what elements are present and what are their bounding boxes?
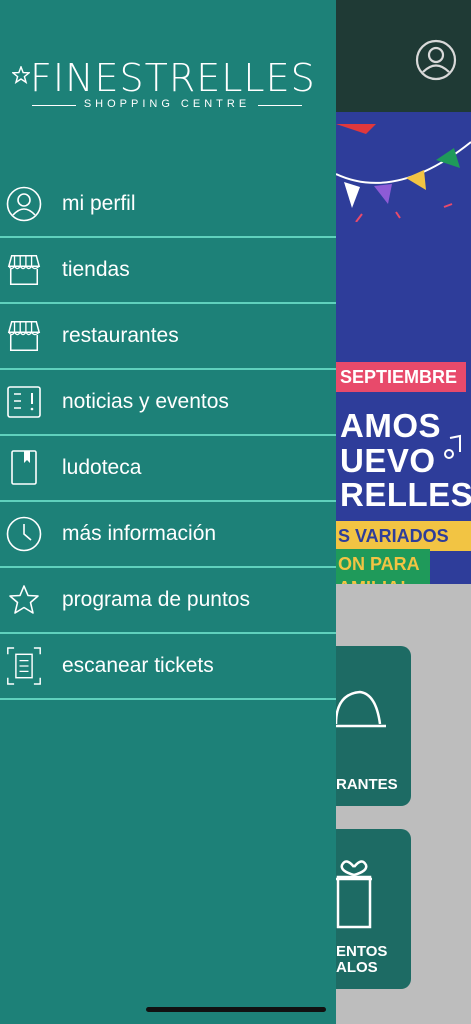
clock-icon: [6, 516, 42, 552]
music-note-icon: [444, 434, 461, 459]
star-icon: [6, 582, 42, 618]
banner-subtag-line-1: ON PARA: [338, 554, 420, 574]
menu-item-programa-de-puntos[interactable]: programa de puntos: [0, 568, 336, 634]
menu-item-label: mi perfil: [62, 192, 136, 215]
scan-ticket-icon: [6, 647, 42, 685]
menu-item-label: más información: [62, 522, 217, 545]
banner-headline-3: RELLES: [340, 476, 471, 513]
banner-subtag: ON PARA AMILIA!: [336, 549, 430, 584]
menu-item-restaurantes[interactable]: restaurantes: [0, 304, 336, 370]
side-drawer: FINESTRELLES SHOPPING CENTRE mi perfil t…: [0, 0, 336, 1024]
menu-item-noticias-y-eventos[interactable]: noticias y eventos: [0, 370, 336, 436]
banner-headline-1: AMOS: [340, 407, 441, 444]
news-icon: [6, 384, 42, 420]
cloche-icon: [336, 690, 386, 728]
menu-item-label: restaurantes: [62, 324, 179, 347]
menu-item-label: ludoteca: [62, 456, 142, 479]
banner-tagline: S VARIADOS: [336, 521, 471, 551]
banner-subtag-line-2: AMILIA!: [338, 576, 430, 584]
logo-star-icon: [12, 66, 30, 84]
menu-item-mas-informacion[interactable]: más información: [0, 502, 336, 568]
store-icon: [6, 252, 42, 288]
promo-banner[interactable]: SEPTIEMBRE AMOS UEVO RELLES S VARIADOS O…: [336, 112, 471, 584]
home-indicator[interactable]: [146, 1007, 326, 1012]
menu-item-label: escanear tickets: [62, 654, 214, 677]
brand-logo: FINESTRELLES SHOPPING CENTRE: [12, 58, 315, 118]
banner-headline-2: UEVO: [340, 442, 436, 479]
restaurant-icon: [6, 318, 42, 354]
menu-item-label: tiendas: [62, 258, 130, 281]
profile-button-icon[interactable]: [415, 39, 457, 81]
brand-title: FINESTRELLES: [30, 56, 316, 100]
banner-ribbon: SEPTIEMBRE: [336, 362, 466, 392]
restaurants-card[interactable]: RANTES: [336, 646, 411, 806]
drawer-menu: mi perfil tiendas restaurantes noticias …: [0, 172, 336, 700]
bunting-decoration: [336, 124, 471, 222]
events-card[interactable]: ENTOS ALOS: [336, 829, 411, 989]
menu-item-tiendas[interactable]: tiendas: [0, 238, 336, 304]
profile-icon: [6, 186, 42, 222]
gift-icon: [336, 860, 372, 929]
menu-item-mi-perfil[interactable]: mi perfil: [0, 172, 336, 238]
menu-item-ludoteca[interactable]: ludoteca: [0, 436, 336, 502]
menu-item-label: noticias y eventos: [62, 390, 229, 413]
brand-subtitle: SHOPPING CENTRE: [32, 98, 302, 114]
events-card-label: ENTOS ALOS: [336, 943, 388, 976]
menu-item-escanear-tickets[interactable]: escanear tickets: [0, 634, 336, 700]
restaurants-card-label: RANTES: [336, 776, 398, 793]
background-app: SEPTIEMBRE AMOS UEVO RELLES S VARIADOS O…: [336, 0, 471, 1024]
book-icon: [6, 450, 42, 486]
menu-item-label: programa de puntos: [62, 588, 250, 611]
